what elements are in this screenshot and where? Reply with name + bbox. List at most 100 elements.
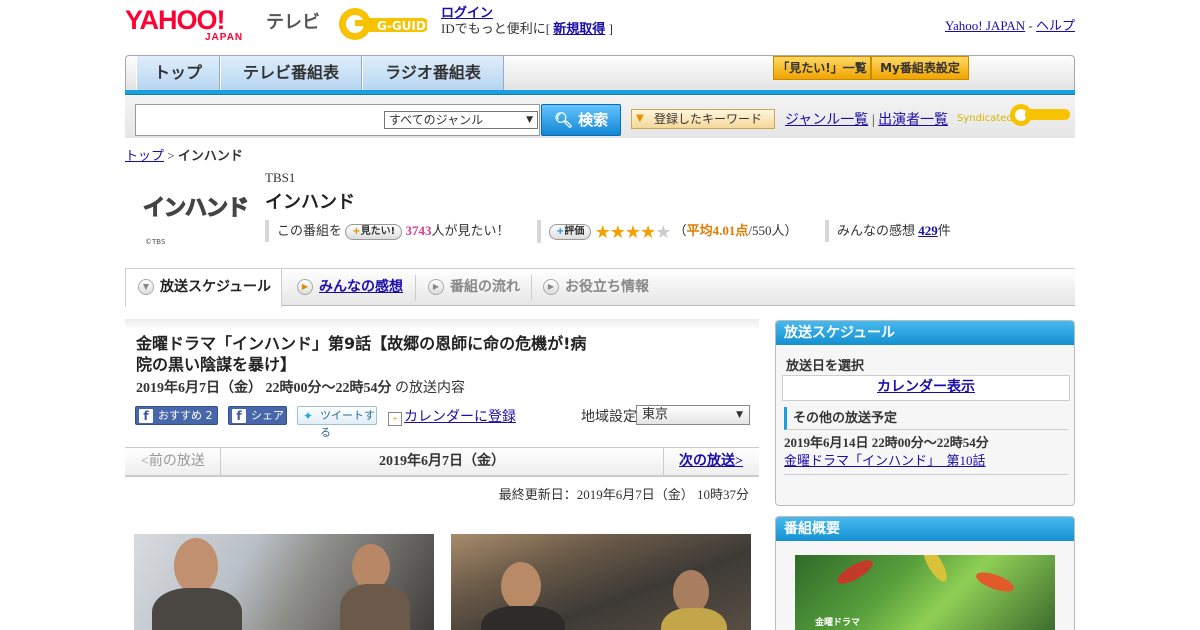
want-stat: この番組を +見たい! 3743人が見たい！ <box>265 220 509 242</box>
current-broadcast-date: 2019年6月7日（金） <box>220 448 664 476</box>
region-value: 東京 <box>642 407 669 422</box>
select-date-label: 放送日を選択 <box>786 358 865 373</box>
help-link[interactable]: ヘルプ <box>1036 18 1075 33</box>
reviews-stat: みんなの感想 429件 <box>825 220 951 242</box>
region-select[interactable]: 東京 ▼ <box>636 405 750 425</box>
person-figure <box>174 538 218 594</box>
search-icon: 🔍︎ <box>553 111 573 129</box>
other-broadcasts-label: その他の放送予定 <box>784 407 1068 430</box>
genre-list-link[interactable]: ジャンル一覧 <box>785 113 868 128</box>
id-note-suffix: ] <box>608 21 613 36</box>
main-nav: トップ テレビ番組表 ラジオ番組表 「見たい!」一覧 My番組表設定 <box>125 55 1075 93</box>
program-title: インハンド <box>265 192 355 213</box>
person-figure <box>661 608 727 630</box>
program-logo: インハンド ©TBS <box>142 190 253 250</box>
episode-photo <box>451 534 751 630</box>
calendar-show-link[interactable]: カレンダー表示 <box>782 375 1070 401</box>
performer-list-link[interactable]: 出演者一覧 <box>878 113 948 128</box>
episode-photo <box>134 534 434 630</box>
want-suffix: 人が見たい！ <box>431 223 510 238</box>
breadcrumb-current: インハンド <box>177 148 243 163</box>
search-button[interactable]: 🔍︎ 検索 <box>541 104 621 136</box>
nav-divider <box>125 90 1075 95</box>
breadcrumb-top[interactable]: トップ <box>125 148 164 163</box>
login-box: ログイン IDでもっと便利に[ 新規取得 ] <box>441 5 613 37</box>
next-broadcast-link[interactable]: 次の放送> <box>679 448 743 476</box>
want-count: 3743 <box>405 223 432 238</box>
leaf-shape <box>973 568 1017 596</box>
yahoo-logo-text: YAHOO! <box>125 5 226 35</box>
play-icon: ▶ <box>428 279 444 295</box>
yahoo-japan-link[interactable]: Yahoo! JAPAN <box>945 18 1025 33</box>
syndicated-gguide-logo: Syndicated <box>957 102 1072 128</box>
plus-icon: + <box>352 226 361 238</box>
program-logo-copyright: ©TBS <box>145 238 166 246</box>
program-logo-text: インハンド <box>142 195 249 221</box>
rating-button-label: 評価 <box>564 226 585 238</box>
rating-button[interactable]: +評価 <box>549 224 592 241</box>
calendar-register: + カレンダーに登録 <box>388 406 516 426</box>
signup-link[interactable]: 新規取得 <box>553 21 605 36</box>
chevron-down-icon: ▼ <box>736 410 743 420</box>
search-links: ジャンル一覧 | 出演者一覧 <box>785 109 948 129</box>
station-name: TBS1 <box>265 170 296 185</box>
other-broadcast-link[interactable]: 金曜ドラマ「インハンド」 第10話 <box>784 450 986 469</box>
chevron-down-icon: ▼ <box>138 279 154 295</box>
watchlist-button[interactable]: 「見たい!」一覧 <box>773 56 871 80</box>
schedule-sidebar-header: 放送スケジュール <box>776 321 1074 345</box>
tab-flow-label: 番組の流れ <box>450 279 520 295</box>
reviews-count-link[interactable]: 429 <box>918 223 938 238</box>
keyword-button[interactable]: ▼ 登録したキーワード <box>631 109 775 129</box>
gguide-logo: G-GUIDE <box>335 6 434 42</box>
rating-stars: ★★★★★ <box>595 222 672 243</box>
facebook-recommend-button[interactable]: f おすすめ 2 <box>135 406 218 425</box>
leaf-shape <box>918 555 952 585</box>
yahoo-japan-logo[interactable]: YAHOO! JAPAN <box>125 5 261 43</box>
person-figure <box>340 584 410 630</box>
nav-top[interactable]: トップ <box>136 56 220 92</box>
want-prefix: この番組を <box>277 223 343 238</box>
tab-info: ▶ お役立ち情報 <box>531 269 671 306</box>
facebook-icon: f <box>232 409 246 423</box>
tab-flow: ▶ 番組の流れ <box>416 269 531 306</box>
key-visual-text: 金曜ドラマ <box>815 618 861 628</box>
facebook-icon: f <box>139 409 153 423</box>
nav-radio-schedule[interactable]: ラジオ番組表 <box>362 56 504 92</box>
nav-tv-schedule[interactable]: テレビ番組表 <box>220 56 362 92</box>
calendar-add-icon: + <box>388 412 402 426</box>
search-links-separator: | <box>871 113 875 128</box>
tweet-button[interactable]: ✦ ツイートする <box>297 406 377 439</box>
header-links: Yahoo! JAPAN - ヘルプ <box>945 15 1075 34</box>
tab-schedule-label: 放送スケジュール <box>160 279 272 295</box>
facebook-share-button[interactable]: f シェア <box>228 406 287 425</box>
episode-datetime: 2019年6月7日（金） 22時00分～22時54分 の放送内容 <box>136 377 465 397</box>
my-schedule-button[interactable]: My番組表設定 <box>871 56 969 80</box>
tab-schedule[interactable]: ▼ 放送スケジュール <box>125 269 282 307</box>
keyword-button-label: 登録したキーワード <box>654 112 763 126</box>
fb-recommend-label: おすすめ 2 <box>158 409 213 422</box>
schedule-sidebar: 放送スケジュール 放送日を選択 カレンダー表示 その他の放送予定 2019年6月… <box>775 320 1075 506</box>
want-button[interactable]: +見たい! <box>345 224 403 241</box>
rating-stat: +評価 ★★★★★ （平均4.01点/550人） <box>537 220 797 244</box>
tab-reviews[interactable]: ▶ みんなの感想 <box>285 269 411 306</box>
triangle-down-icon: ▼ <box>636 113 644 124</box>
avg-open: （ <box>673 223 687 238</box>
twitter-bird-icon: ✦ <box>302 409 314 423</box>
episode-datetime-suffix: の放送内容 <box>395 381 465 396</box>
search-button-label: 検索 <box>578 111 609 129</box>
region-label: 地域設定 <box>581 410 637 425</box>
syndicated-label: Syndicated <box>957 113 1013 124</box>
episode-datetime-value: 2019年6月7日（金） 22時00分～22時54分 <box>136 381 392 396</box>
id-note-prefix: IDでもっと便利に[ <box>441 21 551 36</box>
fb-share-label: シェア <box>251 409 284 422</box>
star-empty-icon: ★ <box>655 222 671 243</box>
header-separator: - <box>1028 18 1033 33</box>
genre-select[interactable]: すべてのジャンル ▼ <box>384 111 538 129</box>
prev-broadcast: <前の放送 <box>141 454 205 469</box>
tab-info-label: お役立ち情報 <box>565 279 649 295</box>
other-broadcast-date: 2019年6月14日 22時00分～22時54分 <box>784 435 989 450</box>
genre-selected: すべてのジャンル <box>389 113 484 127</box>
login-link[interactable]: ログイン <box>441 5 493 20</box>
person-figure <box>152 588 242 630</box>
calendar-register-link[interactable]: カレンダーに登録 <box>404 410 516 425</box>
